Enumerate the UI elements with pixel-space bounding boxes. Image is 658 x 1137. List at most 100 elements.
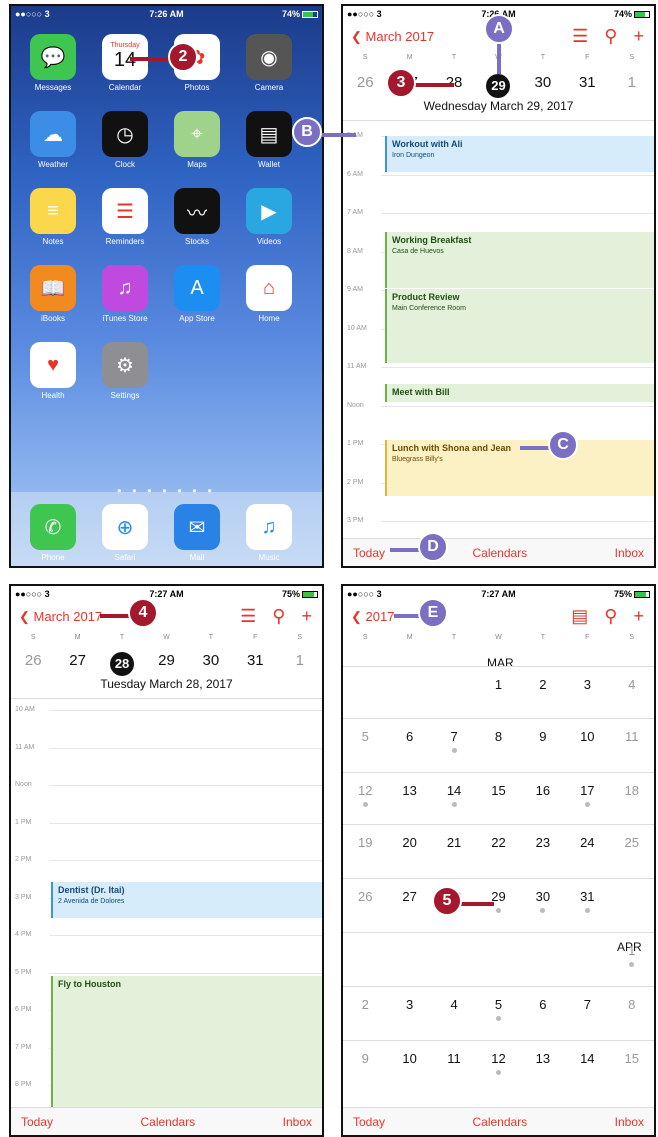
event-working-breakfast[interactable]: Working Breakfast Casa de Huevos [385, 232, 654, 288]
add-icon[interactable]: + [633, 26, 644, 47]
day-cell[interactable]: 7 [565, 987, 609, 1039]
list-icon[interactable]: ☰ [572, 26, 588, 47]
date-cell[interactable]: 30 [189, 652, 233, 676]
day-cell[interactable]: 30 [521, 879, 565, 931]
day-cell[interactable]: 17 [565, 773, 609, 825]
event-fly-houston[interactable]: Fly to Houston [51, 976, 322, 1108]
day-cell[interactable]: 13 [521, 1041, 565, 1093]
day-cell[interactable]: 11 [610, 719, 654, 771]
day-cell[interactable]: 10 [387, 1041, 431, 1093]
day-cell[interactable]: 19 [343, 825, 387, 877]
today-button[interactable]: Today [353, 1115, 385, 1129]
app-reminders[interactable]: ☰ Reminders [95, 188, 155, 246]
day-cell[interactable]: 23 [521, 825, 565, 877]
search-icon[interactable]: ⚲ [604, 26, 617, 47]
day-cell[interactable]: 12 [343, 773, 387, 825]
day-cell[interactable]: 4 [432, 987, 476, 1039]
date-cell[interactable]: 30 [521, 74, 565, 98]
day-cell[interactable]: 15 [476, 773, 520, 825]
day-cell[interactable]: 5 [476, 987, 520, 1039]
date-cell[interactable]: 29 [476, 74, 520, 98]
date-cell[interactable]: 1 [278, 652, 322, 676]
app-stocks[interactable]: 〰 Stocks [167, 188, 227, 246]
date-cell[interactable]: 31 [233, 652, 277, 676]
day-cell[interactable]: 3 [387, 987, 431, 1039]
day-cell[interactable]: 13 [387, 773, 431, 825]
date-cell[interactable]: 28 [100, 652, 144, 676]
day-cell[interactable]: 18 [610, 773, 654, 825]
app-maps[interactable]: ⌖ Maps [167, 111, 227, 169]
add-icon[interactable]: + [633, 606, 644, 627]
app-clock[interactable]: ◷ Clock [95, 111, 155, 169]
app-itunes-store[interactable]: ♫ iTunes Store [95, 265, 155, 323]
day-cell[interactable]: 4 [610, 667, 654, 719]
app-camera[interactable]: ◉ Camera [239, 34, 299, 92]
app-app-store[interactable]: A App Store [167, 265, 227, 323]
day-cell[interactable]: 12 [476, 1041, 520, 1093]
day-cell[interactable]: 5 [343, 719, 387, 771]
date-cell[interactable]: 29 [144, 652, 188, 676]
app-settings[interactable]: ⚙ Settings [95, 342, 155, 400]
back-button-month[interactable]: ❮ March 2017 [351, 29, 434, 45]
date-cell[interactable]: 27 [55, 652, 99, 676]
day-cell[interactable]: 21 [432, 825, 476, 877]
calendars-button[interactable]: Calendars [472, 546, 527, 560]
app-ibooks[interactable]: 📖 iBooks [23, 265, 83, 323]
day-cell[interactable]: 3 [565, 667, 609, 719]
event-meet-bill[interactable]: Meet with Bill [385, 384, 654, 402]
event-dentist[interactable]: Dentist (Dr. Itai) 2 Avenida de Dolores [51, 882, 322, 918]
day-cell[interactable]: 1 [610, 933, 654, 992]
day-cell[interactable]: 8 [610, 987, 654, 1039]
back-button-year[interactable]: ❮ 2017 [351, 609, 394, 625]
inbox-button[interactable]: Inbox [615, 1115, 644, 1129]
event-workout[interactable]: Workout with Ali Iron Dungeon [385, 136, 654, 172]
date-cell[interactable]: 26 [343, 74, 387, 98]
app-weather[interactable]: ☁ Weather [23, 111, 83, 169]
dock-music[interactable]: ♫ Music [239, 504, 299, 562]
day-cell[interactable]: 14 [432, 773, 476, 825]
date-cell[interactable]: 26 [11, 652, 55, 676]
day-cell[interactable]: 31 [565, 879, 609, 931]
app-calendar[interactable]: Thursday 14 Calendar [95, 34, 155, 92]
day-cell[interactable]: 20 [387, 825, 431, 877]
day-cell[interactable]: 2 [521, 667, 565, 719]
add-icon[interactable]: + [301, 606, 312, 627]
dock-phone[interactable]: ✆ Phone [23, 504, 83, 562]
day-cell[interactable]: 7 [432, 719, 476, 771]
calendars-button[interactable]: Calendars [140, 1115, 195, 1129]
dock-mail[interactable]: ✉ Mail [167, 504, 227, 562]
day-cell[interactable]: 9 [521, 719, 565, 771]
day-cell[interactable]: 6 [387, 719, 431, 771]
day-cell[interactable]: 26 [343, 879, 387, 931]
inbox-button[interactable]: Inbox [615, 546, 644, 560]
day-cell[interactable]: 14 [565, 1041, 609, 1093]
app-wallet[interactable]: ▤ Wallet [239, 111, 299, 169]
day-cell[interactable]: 22 [476, 825, 520, 877]
back-button-month[interactable]: ❮ March 2017 [19, 609, 102, 625]
app-videos[interactable]: ▶ Videos [239, 188, 299, 246]
date-cell[interactable]: 1 [610, 74, 654, 98]
day-cell[interactable]: 8 [476, 719, 520, 771]
day-cell[interactable]: 24 [565, 825, 609, 877]
event-product-review[interactable]: Product Review Main Conference Room [385, 289, 654, 363]
list-icon[interactable]: ☰ [240, 606, 256, 627]
search-icon[interactable]: ⚲ [604, 606, 617, 627]
inbox-button[interactable]: Inbox [283, 1115, 312, 1129]
app-messages[interactable]: 💬 Messages [23, 34, 83, 92]
calendars-button[interactable]: Calendars [472, 1115, 527, 1129]
day-cell[interactable]: 2 [343, 987, 387, 1039]
search-icon[interactable]: ⚲ [272, 606, 285, 627]
date-cell[interactable]: 31 [565, 74, 609, 98]
dock-safari[interactable]: ⊕ Safari [95, 504, 155, 562]
today-button[interactable]: Today [353, 546, 385, 560]
day-cell[interactable]: 6 [521, 987, 565, 1039]
day-cell[interactable]: 11 [432, 1041, 476, 1093]
day-cell[interactable]: 15 [610, 1041, 654, 1093]
day-cell[interactable]: 10 [565, 719, 609, 771]
app-home[interactable]: ⌂ Home [239, 265, 299, 323]
day-cell[interactable]: 1 [476, 667, 520, 719]
today-button[interactable]: Today [21, 1115, 53, 1129]
day-cell[interactable]: 27 [387, 879, 431, 931]
day-cell[interactable]: 16 [521, 773, 565, 825]
day-list-icon[interactable]: ▤ [571, 606, 588, 627]
